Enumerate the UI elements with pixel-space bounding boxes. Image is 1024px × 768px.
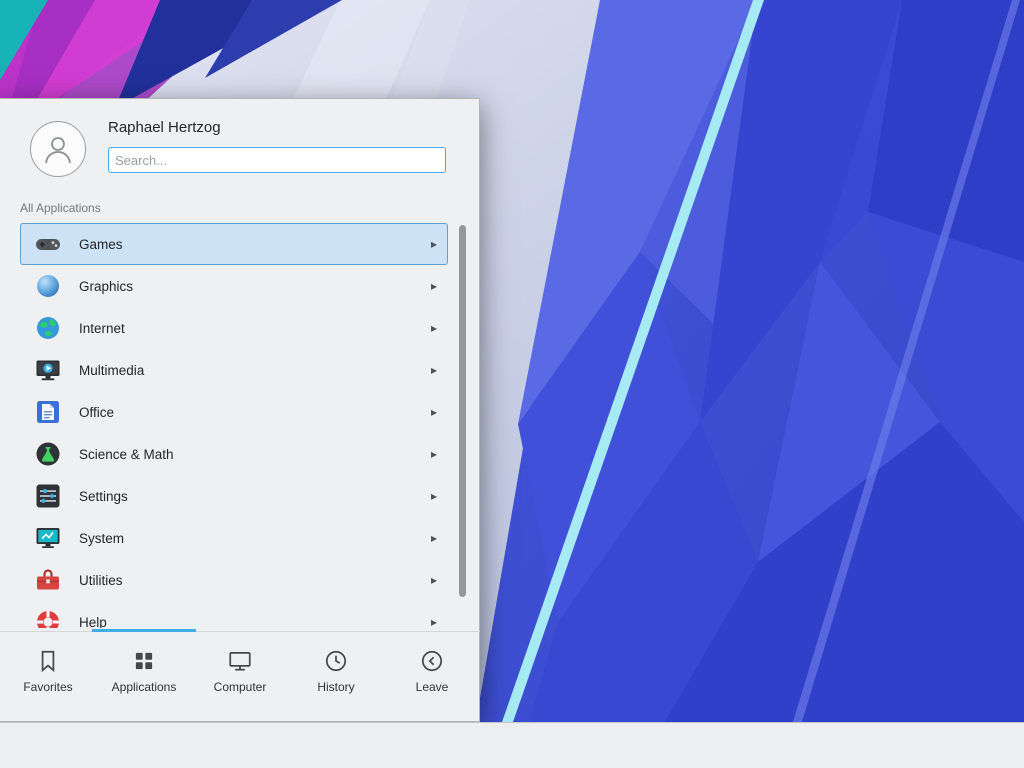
taskbar: ES 7:03 PM 4/24/21	[0, 722, 1024, 768]
toolbox-icon	[35, 567, 61, 593]
category-utilities[interactable]: Utilities ▸	[20, 559, 448, 601]
application-launcher-menu: Raphael Hertzog All Applications Game	[0, 98, 480, 722]
category-label: Graphics	[79, 279, 133, 294]
section-label: All Applications	[20, 201, 101, 215]
tab-computer[interactable]: Computer	[192, 632, 288, 723]
office-document-icon	[35, 399, 61, 425]
tab-label: Favorites	[23, 680, 72, 694]
category-settings[interactable]: Settings ▸	[20, 475, 448, 517]
category-science-math[interactable]: Science & Math ▸	[20, 433, 448, 475]
bookmark-icon	[35, 648, 61, 674]
category-help[interactable]: Help ▸	[20, 601, 448, 628]
submenu-arrow-icon: ▸	[431, 615, 437, 628]
category-system[interactable]: System ▸	[20, 517, 448, 559]
category-internet[interactable]: Internet ▸	[20, 307, 448, 349]
submenu-arrow-icon: ▸	[431, 447, 437, 461]
category-label: Games	[79, 237, 123, 252]
tab-label: Leave	[416, 680, 449, 694]
category-label: Office	[79, 405, 114, 420]
computer-icon	[227, 648, 253, 674]
submenu-arrow-icon: ▸	[431, 279, 437, 293]
active-tab-indicator	[92, 629, 196, 632]
user-avatar[interactable]	[30, 121, 86, 177]
user-icon	[46, 138, 70, 163]
tab-label: History	[317, 680, 354, 694]
graphics-sphere-icon	[35, 273, 61, 299]
grid-icon	[131, 648, 157, 674]
submenu-arrow-icon: ▸	[431, 405, 437, 419]
category-games[interactable]: Games ▸	[20, 223, 448, 265]
science-flask-icon	[35, 441, 61, 467]
category-label: System	[79, 531, 124, 546]
submenu-arrow-icon: ▸	[431, 321, 437, 335]
user-name: Raphael Hertzog	[108, 119, 221, 136]
category-label: Utilities	[79, 573, 123, 588]
help-lifebuoy-icon	[35, 609, 61, 628]
search-input[interactable]	[108, 147, 446, 173]
tab-label: Computer	[214, 680, 267, 694]
submenu-arrow-icon: ▸	[431, 573, 437, 587]
system-monitor-icon	[35, 525, 61, 551]
category-label: Help	[79, 615, 107, 629]
tab-label: Applications	[112, 680, 177, 694]
category-graphics[interactable]: Graphics ▸	[20, 265, 448, 307]
submenu-arrow-icon: ▸	[431, 531, 437, 545]
category-label: Internet	[79, 321, 125, 336]
submenu-arrow-icon: ▸	[431, 237, 437, 251]
leave-icon	[419, 648, 445, 674]
settings-sliders-icon	[35, 483, 61, 509]
category-list: Games ▸ G	[20, 223, 448, 628]
tab-favorites[interactable]: Favorites	[0, 632, 96, 723]
gamepad-icon	[35, 231, 61, 257]
clock-icon	[323, 648, 349, 674]
multimedia-icon	[35, 357, 61, 383]
tab-history[interactable]: History	[288, 632, 384, 723]
tab-applications[interactable]: Applications	[96, 632, 192, 723]
category-multimedia[interactable]: Multimedia ▸	[20, 349, 448, 391]
launcher-tab-bar: Favorites Applications	[0, 631, 480, 723]
tab-leave[interactable]: Leave	[384, 632, 480, 723]
scrollbar[interactable]	[459, 225, 466, 597]
globe-icon	[35, 315, 61, 341]
submenu-arrow-icon: ▸	[431, 489, 437, 503]
submenu-arrow-icon: ▸	[431, 363, 437, 377]
category-label: Multimedia	[79, 363, 144, 378]
category-office[interactable]: Office ▸	[20, 391, 448, 433]
desktop: Raphael Hertzog All Applications Game	[0, 0, 1024, 768]
category-label: Science & Math	[79, 447, 174, 462]
category-label: Settings	[79, 489, 128, 504]
